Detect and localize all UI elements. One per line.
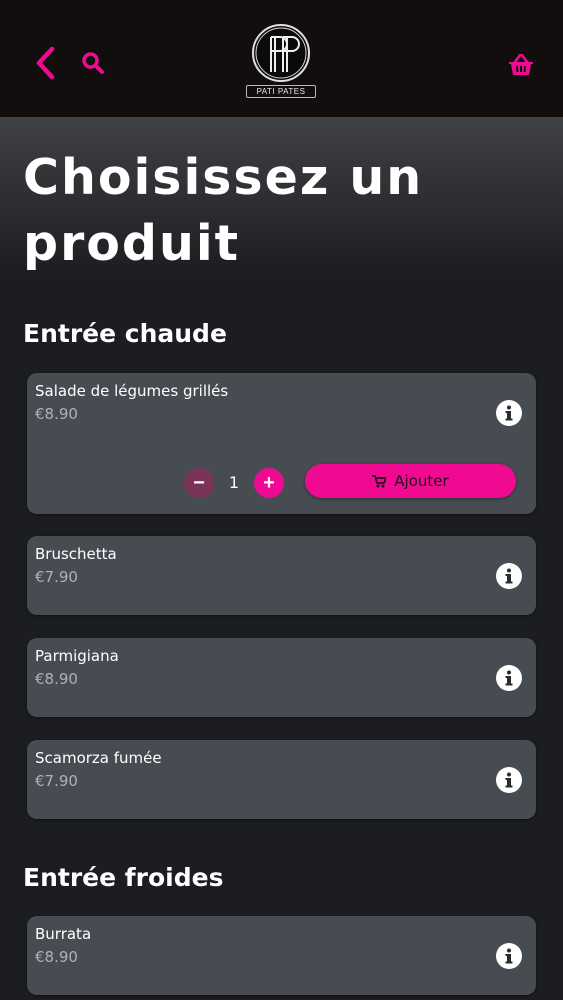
info-icon (505, 670, 513, 686)
add-to-cart-button[interactable]: Ajouter (305, 464, 516, 498)
info-button[interactable] (496, 665, 522, 691)
logo-badge (252, 24, 310, 82)
basket-icon (509, 54, 533, 75)
product-price: €7.90 (35, 772, 78, 790)
back-button[interactable] (28, 44, 62, 82)
info-icon (505, 772, 513, 788)
cart-icon (372, 474, 387, 487)
product-card[interactable]: Parmigiana €8.90 (27, 638, 536, 717)
product-card[interactable]: Burrata €8.90 (27, 916, 536, 995)
top-bar: PATI PATES (0, 0, 563, 117)
product-name: Scamorza fumée (35, 749, 162, 767)
logo-wordmark: PATI PATES (246, 85, 316, 98)
increase-quantity-button[interactable]: + (254, 468, 284, 498)
brand-logo: PATI PATES (246, 24, 316, 104)
info-button[interactable] (496, 400, 522, 426)
product-price: €8.90 (35, 670, 78, 688)
quantity-value: 1 (228, 473, 240, 492)
section-title-entree-froides: Entrée froides (23, 863, 224, 892)
search-button[interactable] (78, 48, 108, 78)
info-icon (505, 568, 513, 584)
info-button[interactable] (496, 767, 522, 793)
product-price: €8.90 (35, 405, 78, 423)
decrease-quantity-button[interactable]: − (184, 468, 214, 498)
product-card[interactable]: Salade de légumes grillés €8.90 − 1 + Aj… (27, 373, 536, 514)
product-price: €8.90 (35, 948, 78, 966)
info-icon (505, 405, 513, 421)
product-name: Burrata (35, 925, 92, 943)
search-icon (82, 52, 104, 74)
page-title: Choisissez un produit (23, 149, 424, 272)
plus-icon: + (263, 472, 275, 494)
info-button[interactable] (496, 943, 522, 969)
product-card[interactable]: Scamorza fumée €7.90 (27, 740, 536, 819)
product-name: Bruschetta (35, 545, 117, 563)
minus-icon: − (193, 472, 205, 494)
product-card[interactable]: Bruschetta €7.90 (27, 536, 536, 615)
info-icon (505, 948, 513, 964)
product-name: Parmigiana (35, 647, 119, 665)
basket-button[interactable] (504, 50, 538, 80)
section-title-entree-chaude: Entrée chaude (23, 319, 227, 348)
product-list: Choisissez un produit Entrée chaude Sala… (0, 117, 563, 1000)
chevron-left-icon (36, 46, 55, 80)
product-name: Salade de légumes grillés (35, 382, 229, 400)
product-price: €7.90 (35, 568, 78, 586)
logo-monogram (255, 27, 307, 79)
info-button[interactable] (496, 563, 522, 589)
add-button-label: Ajouter (394, 472, 449, 490)
